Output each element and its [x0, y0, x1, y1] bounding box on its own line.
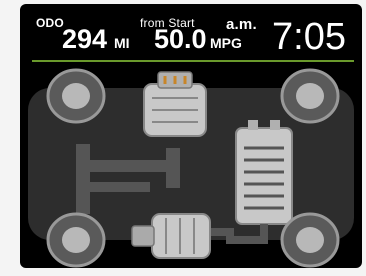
vehicle-energy-diagram [20, 64, 362, 268]
frame-lower-bar [90, 182, 150, 192]
odo-value: 294 [62, 24, 108, 54]
wheel-front-right-icon [280, 68, 340, 124]
wheel-front-left-icon [46, 68, 106, 124]
frame-rail-left [76, 144, 90, 214]
odo-label: ODO [36, 16, 64, 30]
odo-unit: MI [114, 35, 130, 51]
wheel-rear-left-icon [46, 212, 106, 268]
header-divider [32, 60, 354, 62]
clock-time: 7:05 [272, 16, 346, 58]
mpg-unit: MPG [210, 35, 242, 51]
mpg-value: 50.0 [154, 24, 207, 54]
engine-icon [143, 71, 207, 137]
meridiem-label: a.m. [226, 16, 257, 33]
energy-monitor-screen: ODO 294 MI from Start 50.0 MPG a.m. 7:05 [20, 4, 362, 268]
wheel-rear-right-icon [280, 212, 340, 268]
status-bar: ODO 294 MI from Start 50.0 MPG a.m. 7:05 [20, 4, 362, 60]
frame-rail-center [166, 148, 180, 188]
vehicle-diagram-svg [28, 68, 354, 268]
battery-icon [235, 120, 293, 225]
